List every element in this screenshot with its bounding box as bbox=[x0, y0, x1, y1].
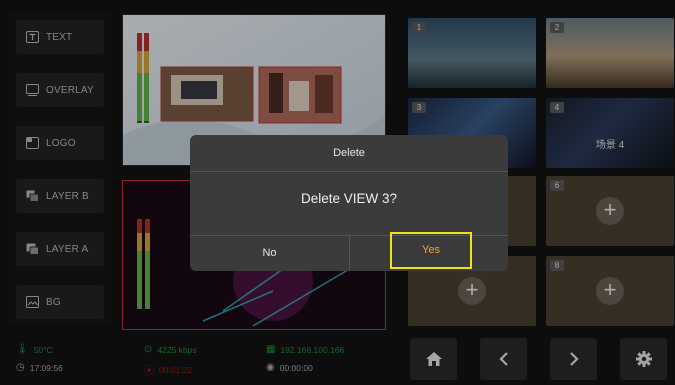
dialog-title: Delete bbox=[333, 147, 365, 159]
delete-dialog: Delete Delete VIEW 3? No Yes bbox=[190, 135, 508, 271]
divider bbox=[190, 171, 508, 172]
no-button[interactable]: No bbox=[190, 236, 349, 271]
dialog-message: Delete VIEW 3? bbox=[300, 191, 398, 206]
yes-button[interactable]: Yes bbox=[390, 232, 472, 269]
divider bbox=[349, 235, 350, 271]
